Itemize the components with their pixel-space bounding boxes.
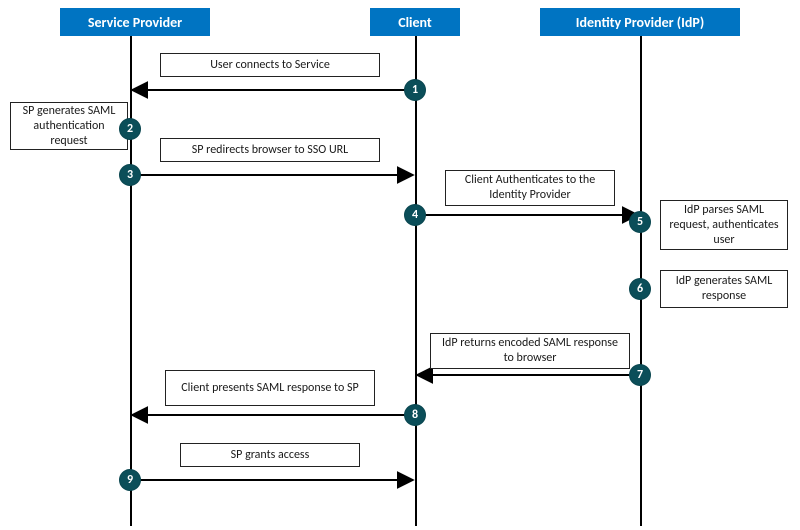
lifeline-service-provider: [130, 36, 132, 526]
sequence-arrows: [0, 0, 800, 530]
message-idp-returns-response: IdP returns encoded SAML response to bro…: [430, 333, 630, 369]
message-client-presents-response: Client presents SAML response to SP: [165, 370, 375, 406]
step-badge-9: 9: [119, 469, 141, 491]
note-idp-generates-response: IdP generates SAML response: [660, 270, 788, 308]
message-client-authenticates-idp: Client Authenticates to the Identity Pro…: [445, 170, 615, 206]
step-badge-5: 5: [629, 211, 651, 233]
step-badge-4: 4: [404, 204, 426, 226]
lane-header-identity-provider: Identity Provider (IdP): [540, 8, 740, 36]
step-badge-7: 7: [629, 364, 651, 386]
step-badge-6: 6: [629, 278, 651, 300]
step-badge-8: 8: [404, 404, 426, 426]
lane-header-client: Client: [370, 8, 460, 36]
note-idp-parses-request: IdP parses SAML request, authenticates u…: [660, 200, 788, 250]
step-badge-2: 2: [119, 118, 141, 140]
message-user-connects: User connects to Service: [160, 53, 380, 77]
lifeline-client: [415, 36, 417, 526]
saml-sequence-diagram: Service Provider Client Identity Provide…: [0, 0, 800, 530]
message-sp-grants-access: SP grants access: [180, 443, 360, 467]
step-badge-3: 3: [119, 164, 141, 186]
note-sp-generates-request: SP generates SAML authentication request: [10, 102, 128, 150]
lane-header-service-provider: Service Provider: [60, 8, 210, 36]
message-sp-redirects-sso: SP redirects browser to SSO URL: [160, 138, 380, 162]
step-badge-1: 1: [404, 79, 426, 101]
